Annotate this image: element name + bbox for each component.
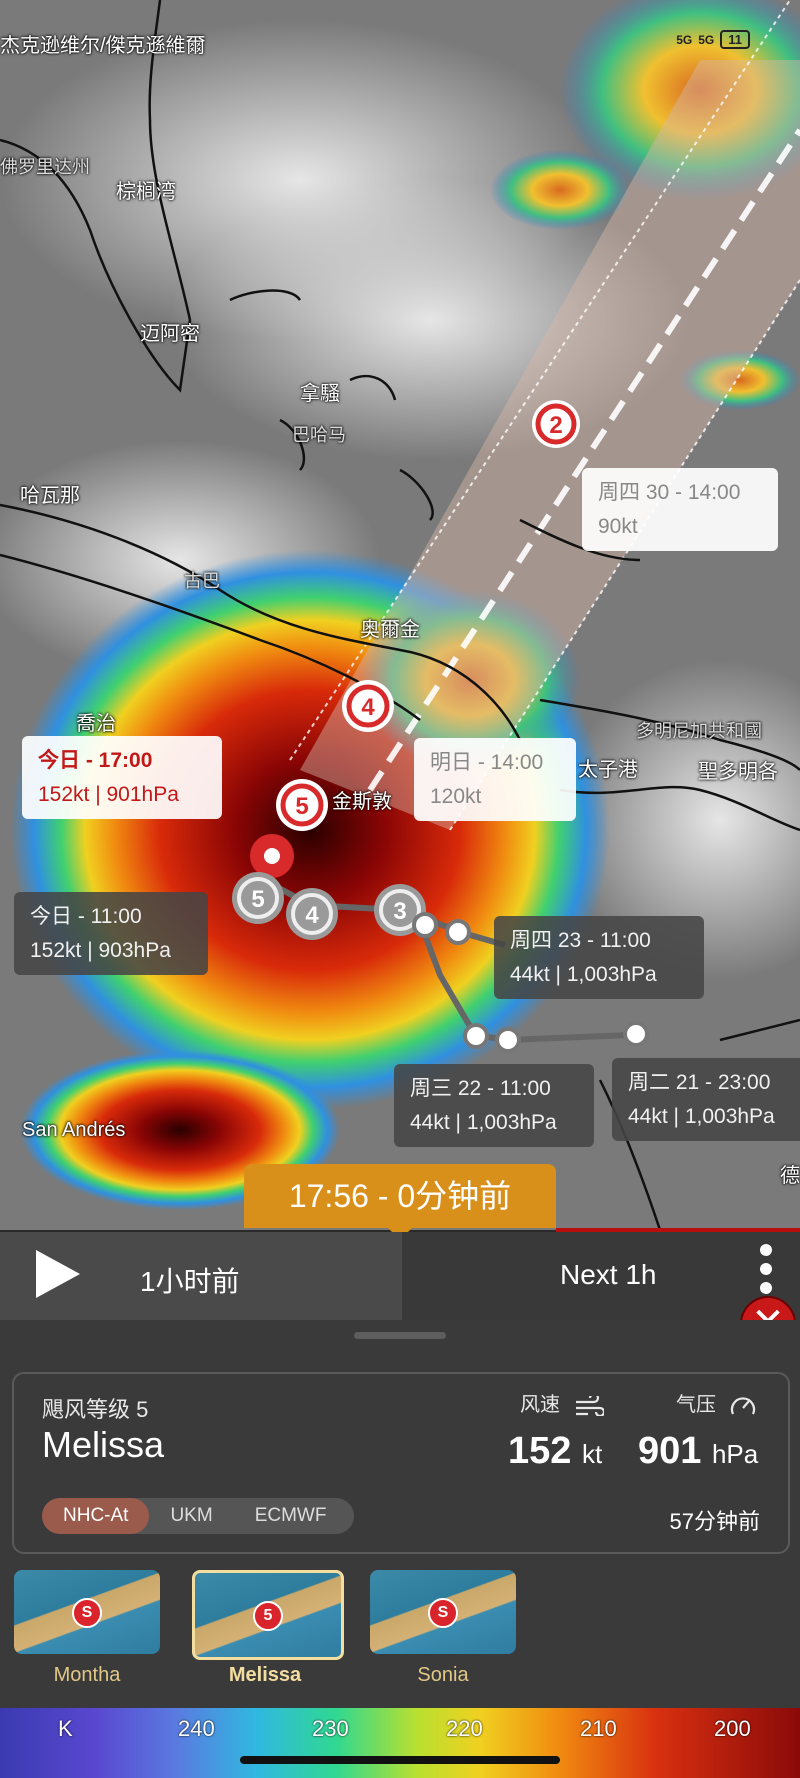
forecast-detail: 120kt [430, 784, 482, 808]
pressure-header: 气压 [676, 1388, 756, 1418]
region-label-dominican: 多明尼加共和國 [636, 721, 762, 741]
forecast-detail: 44kt | 1,003hPa [410, 1110, 557, 1134]
current-time-indicator[interactable]: 17:56 - 0分钟前 [244, 1164, 556, 1240]
pressure-value: 901 [638, 1430, 702, 1472]
forecast-detail: 90kt [598, 514, 638, 538]
storm-name-sonia[interactable]: Sonia [370, 1664, 516, 1687]
storm-category: 飓风等级 5 [42, 1397, 149, 1422]
model-tab-ecmwf[interactable]: ECMWF [234, 1498, 348, 1534]
forecast-time: 周三 22 - 11:00 [410, 1077, 551, 1100]
forecast-box-today-11[interactable]: 今日 - 11:00 152kt | 903hPa [14, 892, 208, 976]
storm-thumbnail-melissa[interactable]: 5 [192, 1570, 344, 1660]
city-label-nassau: 拿騷 [300, 383, 340, 405]
legend-tick: 230 [312, 1716, 349, 1741]
playback-bar: 1小时前 Next 1h [0, 1232, 800, 1320]
wind-header: 风速 [520, 1388, 605, 1417]
pressure: 901 hPa [638, 1430, 758, 1473]
storm-name: Melissa [42, 1424, 165, 1465]
storm-thumbnail-sonia[interactable]: S [370, 1570, 516, 1654]
drag-handle[interactable] [354, 1332, 446, 1339]
forecast-box-thu30[interactable]: 周四 30 - 14:00 90kt [582, 468, 778, 552]
storm-name-melissa[interactable]: Melissa [192, 1664, 338, 1687]
city-label-havana: 哈瓦那 [20, 485, 80, 507]
status-bar: 5G 5G 11 [676, 30, 750, 49]
network-indicator-2: 5G [698, 32, 715, 47]
city-label-miami: 迈阿密 [140, 323, 200, 345]
model-selector: NHC-At UKM ECMWF [42, 1498, 354, 1534]
forecast-box-thu23[interactable]: 周四 23 - 11:00 44kt | 1,003hPa [494, 916, 704, 1000]
region-label-florida: 佛罗里达州 [0, 157, 90, 177]
storm-name-montha[interactable]: Montha [14, 1664, 160, 1687]
wind-unit: kt [581, 1439, 603, 1469]
play-icon [36, 1250, 80, 1298]
forecast-box-wed22[interactable]: 周三 22 - 11:00 44kt | 1,003hPa [394, 1064, 594, 1148]
forecast-detail: 44kt | 1,003hPa [510, 962, 657, 986]
forecast-box-tue21[interactable]: 周二 21 - 23:00 44kt | 1,003hPa [612, 1058, 800, 1142]
forecast-box-tomorrow[interactable]: 明日 - 14:00 120kt [414, 738, 576, 822]
city-label-santo-domingo: 聖多明各 [698, 761, 778, 783]
storm-panel: 飓风等级 5 Melissa 风速 气压 152 kt 901 hPa NHC-… [0, 1320, 800, 1708]
forecast-time: 今日 - 17:00 [38, 749, 153, 772]
city-label-san-andres: San Andrés [22, 1119, 126, 1141]
gauge-icon [730, 1397, 755, 1415]
city-label-georgetown: 喬治 [76, 713, 116, 735]
wind-label: 风速 [520, 1394, 560, 1416]
city-label-port-au-prince: 太子港 [578, 759, 638, 781]
forecast-time: 明日 - 14:00 [430, 751, 544, 774]
storm-badge: S [72, 1598, 102, 1628]
home-indicator[interactable] [240, 1756, 560, 1764]
city-label-jacksonville: 杰克逊维尔/傑克遜維爾 [0, 35, 206, 57]
updated-time: 57分钟前 [669, 1509, 760, 1534]
forecast-time: 周二 21 - 23:00 [628, 1071, 771, 1094]
model-tab-nhc[interactable]: NHC-At [42, 1498, 150, 1534]
legend-tick: 240 [178, 1716, 215, 1741]
city-label-kingston: 金斯敦 [332, 791, 392, 813]
network-indicator: 5G [676, 32, 693, 47]
battery-icon: 11 [720, 30, 750, 49]
storm-badge: 5 [253, 1601, 283, 1631]
model-tab-ukm[interactable]: UKM [149, 1498, 233, 1534]
storm-thumbnail-montha[interactable]: S [14, 1570, 160, 1654]
forecast-detail: 152kt | 903hPa [30, 938, 171, 962]
legend-tick: 210 [580, 1716, 617, 1741]
forecast-box-current[interactable]: 今日 - 17:00 152kt | 901hPa [22, 736, 222, 820]
forecast-detail: 152kt | 901hPa [38, 782, 179, 806]
play-button[interactable] [30, 1246, 86, 1302]
legend-tick: 220 [446, 1716, 483, 1741]
legend-tick: K [58, 1716, 73, 1741]
next-hour-button[interactable]: Next 1h [402, 1232, 800, 1320]
forecast-time: 周四 30 - 14:00 [598, 481, 741, 504]
forecast-detail: 44kt | 1,003hPa [628, 1104, 775, 1128]
previous-hour-button[interactable]: 1小时前 [140, 1232, 400, 1320]
wind-icon [575, 1392, 605, 1417]
forecast-time: 今日 - 11:00 [30, 905, 142, 928]
more-options-icon[interactable] [760, 1244, 772, 1301]
forecast-time: 周四 23 - 11:00 [510, 929, 651, 952]
city-label-palm-bay: 棕榈湾 [116, 181, 176, 203]
region-label-cuba: 古巴 [184, 571, 220, 591]
weather-map[interactable]: 5G 5G 11 杰克逊维尔/傑克遜維爾 佛罗里达州 棕榈湾 迈阿密 拿騷 巴哈… [0, 0, 800, 1230]
region-label-bahamas: 巴哈马 [292, 425, 346, 445]
storm-badge: S [428, 1598, 458, 1628]
pressure-label: 气压 [676, 1394, 716, 1416]
pressure-unit: hPa [711, 1439, 759, 1469]
wind-speed: 152 kt [508, 1430, 602, 1473]
city-label-holguin: 奥爾金 [360, 619, 420, 641]
city-label-edge: 德 [780, 1165, 800, 1187]
next-hour-label: Next 1h [560, 1259, 657, 1290]
storm-info-card: 飓风等级 5 Melissa 风速 气压 152 kt 901 hPa NHC-… [12, 1372, 790, 1554]
temperature-legend: K 240 230 220 210 200 [0, 1708, 800, 1778]
legend-tick: 200 [714, 1716, 751, 1741]
wind-value: 152 [508, 1430, 572, 1472]
